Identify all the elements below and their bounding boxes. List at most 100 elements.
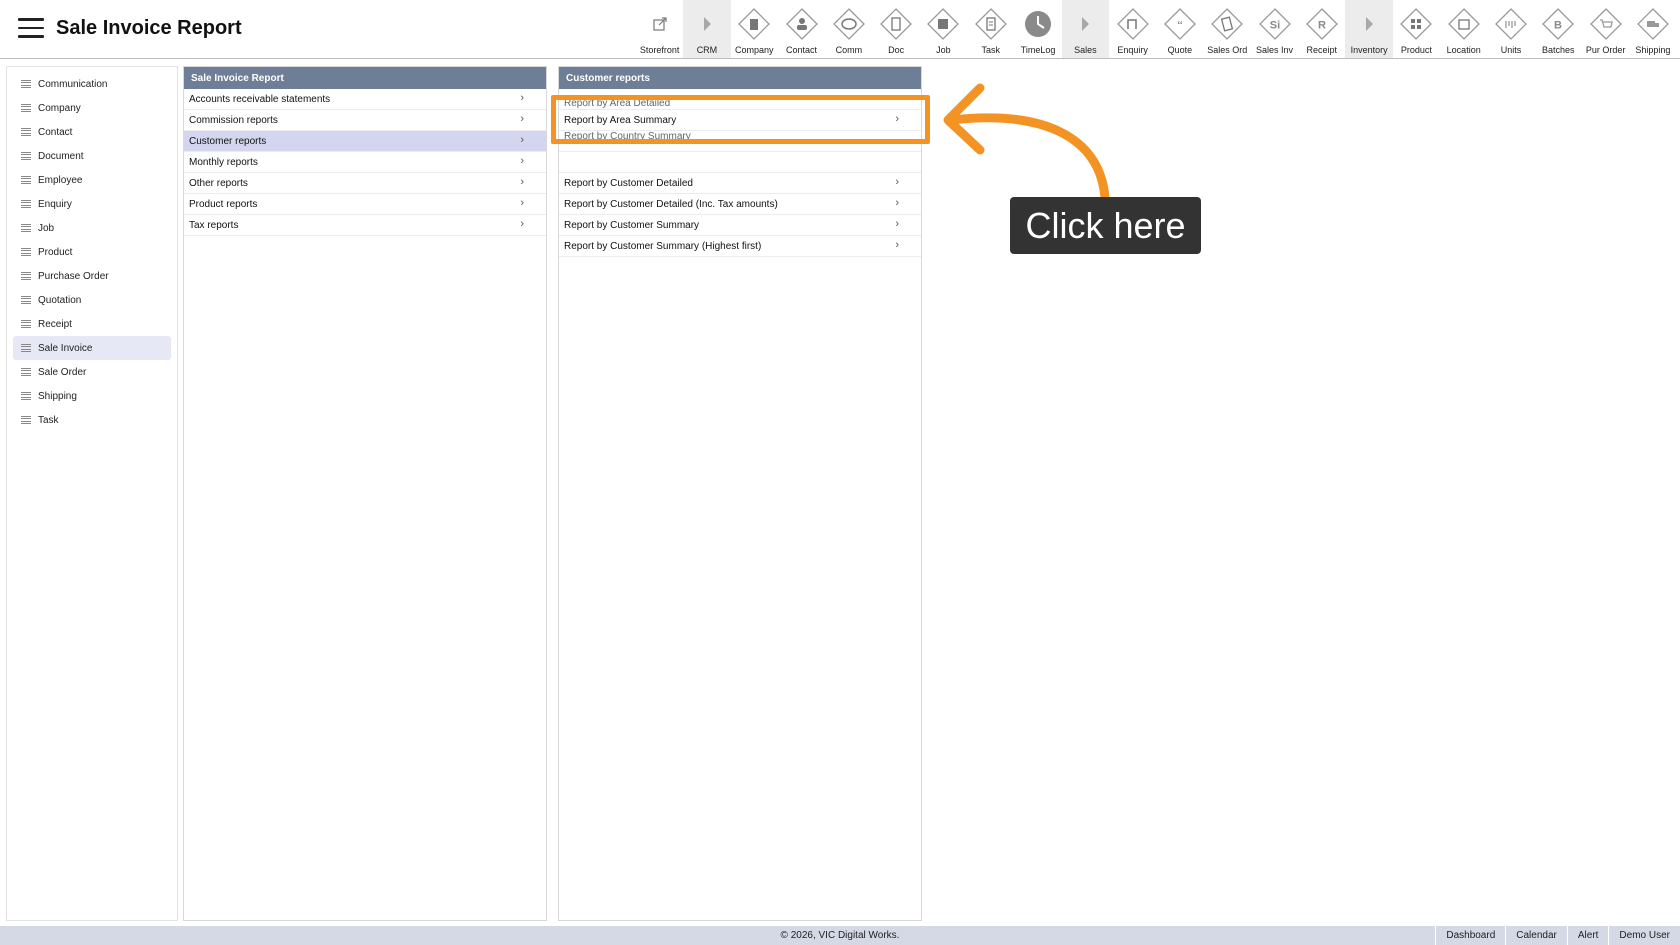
report-category-label: Monthly reports xyxy=(189,156,258,168)
toolbar-task-button[interactable]: Task xyxy=(967,0,1014,58)
toolbar-quote-button[interactable]: “ Quote xyxy=(1156,0,1203,58)
toolbar-product-button[interactable]: Product xyxy=(1393,0,1440,58)
toolbar-label: Batches xyxy=(1542,45,1575,55)
toolbar-label: Product xyxy=(1400,45,1432,55)
sidebar-item-label: Shipping xyxy=(38,390,77,402)
chevron-right-icon: › xyxy=(520,176,524,188)
sidebar-item-sale-order[interactable]: Sale Order xyxy=(13,360,171,384)
toolbar-crm-button[interactable]: CRM xyxy=(683,0,731,58)
report-row[interactable]: Report by Customer Summary › xyxy=(559,215,921,236)
toolbar-company-button[interactable]: Company xyxy=(731,0,778,58)
list-icon xyxy=(21,248,31,256)
chevron-right-icon: › xyxy=(895,218,899,230)
sidebar-item-enquiry[interactable]: Enquiry xyxy=(13,192,171,216)
report-category-label: Tax reports xyxy=(189,219,239,231)
list-icon xyxy=(21,200,31,208)
footer-link-alert[interactable]: Alert xyxy=(1566,926,1609,945)
report-row[interactable]: Report by Customer Detailed (Inc. Tax am… xyxy=(559,194,921,215)
sales-invoice-icon: Si xyxy=(1258,5,1292,43)
list-icon xyxy=(21,392,31,400)
toolbar-label: Pur Order xyxy=(1585,45,1626,55)
list-icon xyxy=(21,296,31,304)
toolbar-label: Job xyxy=(936,45,951,55)
footer-link-calendar[interactable]: Calendar xyxy=(1505,926,1567,945)
module-toolbar: Storefront CRM Company Contact Comm Doc Job Tas… xyxy=(636,0,1677,58)
toolbar-sales-ord-button[interactable]: Sales Ord xyxy=(1204,0,1251,58)
sidebar-item-receipt[interactable]: Receipt xyxy=(13,312,171,336)
report-category-row[interactable]: Monthly reports › xyxy=(184,152,546,173)
toolbar-label: Sales xyxy=(1074,45,1097,55)
external-link-icon xyxy=(643,5,677,43)
truck-icon xyxy=(1636,5,1670,43)
toolbar-label: Sales Ord xyxy=(1207,45,1248,55)
sidebar-item-label: Quotation xyxy=(38,294,82,306)
toolbar-label: CRM xyxy=(696,45,718,55)
list-icon xyxy=(21,416,31,424)
toolbar-sales-inv-button[interactable]: Si Sales Inv xyxy=(1251,0,1298,58)
sidebar-item-shipping[interactable]: Shipping xyxy=(13,384,171,408)
sidebar-item-quotation[interactable]: Quotation xyxy=(13,288,171,312)
report-row[interactable]: Report by Customer Detailed › xyxy=(559,173,921,194)
sidebar-item-contact[interactable]: Contact xyxy=(13,120,171,144)
toolbar-job-button[interactable]: Job xyxy=(920,0,967,58)
sidebar-item-purchase-order[interactable]: Purchase Order xyxy=(13,264,171,288)
sidebar-item-task[interactable]: Task xyxy=(13,408,171,432)
sidebar-item-product[interactable]: Product xyxy=(13,240,171,264)
report-label: Report by Customer Summary xyxy=(564,219,700,231)
chevron-right-icon: › xyxy=(520,92,524,104)
report-category-label: Commission reports xyxy=(189,114,278,126)
toolbar-timelog-button[interactable]: TimeLog xyxy=(1014,0,1061,58)
report-category-row[interactable]: Commission reports › xyxy=(184,110,546,131)
report-category-row[interactable]: Tax reports › xyxy=(184,215,546,236)
toolbar-location-button[interactable]: Location xyxy=(1440,0,1487,58)
sidebar-item-job[interactable]: Job xyxy=(13,216,171,240)
report-sidebar: Communication Company Contact Document Emplo… xyxy=(6,66,178,921)
toolbar-inventory-button[interactable]: Inventory xyxy=(1345,0,1393,58)
chevron-right-icon: › xyxy=(520,134,524,146)
report-category-row[interactable]: Customer reports › xyxy=(184,131,546,152)
customer-reports-panel: Customer reports Report by Area Detailed… xyxy=(558,66,922,921)
toolbar-storefront-button[interactable]: Storefront xyxy=(636,0,683,58)
sidebar-item-company[interactable]: Company xyxy=(13,96,171,120)
toolbar-pur-order-button[interactable]: Pur Order xyxy=(1582,0,1629,58)
toolbar-shipping-button[interactable]: Shipping xyxy=(1629,0,1676,58)
toolbar-contact-button[interactable]: Contact xyxy=(778,0,825,58)
toolbar-enquiry-button[interactable]: Enquiry xyxy=(1109,0,1156,58)
sidebar-item-label: Product xyxy=(38,246,73,258)
sidebar-item-communication[interactable]: Communication xyxy=(13,72,171,96)
toolbar-receipt-button[interactable]: R Receipt xyxy=(1298,0,1345,58)
toolbar-label: Units xyxy=(1500,45,1522,55)
chevron-right-icon: › xyxy=(520,197,524,209)
toolbar-units-button[interactable]: Units xyxy=(1487,0,1534,58)
toolbar-label: Contact xyxy=(786,45,818,55)
job-icon xyxy=(926,5,960,43)
toolbar-batches-button[interactable]: B Batches xyxy=(1535,0,1582,58)
report-row[interactable]: Report by Customer Summary (Highest firs… xyxy=(559,236,921,257)
footer-link-demo-user[interactable]: Demo User xyxy=(1608,926,1680,945)
toolbar-comm-button[interactable]: Comm xyxy=(825,0,872,58)
list-icon xyxy=(21,320,31,328)
report-category-row[interactable]: Product reports › xyxy=(184,194,546,215)
sidebar-item-label: Sale Order xyxy=(38,366,87,378)
sidebar-item-label: Company xyxy=(38,102,81,114)
location-icon xyxy=(1447,5,1481,43)
toolbar-sales-button[interactable]: Sales xyxy=(1061,0,1109,58)
toolbar-label: Location xyxy=(1446,45,1481,55)
sidebar-item-sale-invoice[interactable]: Sale Invoice xyxy=(13,336,171,360)
sidebar-item-employee[interactable]: Employee xyxy=(13,168,171,192)
toolbar-label: Storefront xyxy=(639,45,680,55)
report-category-label: Accounts receivable statements xyxy=(189,93,331,105)
sidebar-item-document[interactable]: Document xyxy=(13,144,171,168)
hamburger-menu-icon[interactable] xyxy=(18,18,44,38)
report-category-row[interactable]: Other reports › xyxy=(184,173,546,194)
footer-link-dashboard[interactable]: Dashboard xyxy=(1435,926,1505,945)
footer-links: Dashboard Calendar Alert Demo User xyxy=(1435,926,1680,945)
report-category-list: Accounts receivable statements › Commissio… xyxy=(184,89,546,236)
report-label: Report by Customer Detailed xyxy=(564,177,693,189)
toolbar-label: Comm xyxy=(835,45,863,55)
report-category-label: Other reports xyxy=(189,177,248,189)
toolbar-doc-button[interactable]: Doc xyxy=(872,0,919,58)
chevron-right-icon: › xyxy=(520,155,524,167)
report-category-row[interactable]: Accounts receivable statements › xyxy=(184,89,546,110)
sidebar-item-label: Task xyxy=(38,414,59,426)
